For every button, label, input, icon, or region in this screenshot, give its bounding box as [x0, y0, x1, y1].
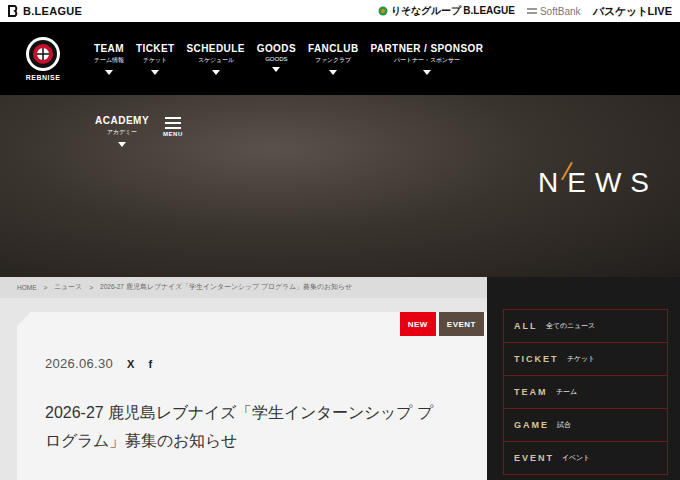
category-sidebar: ALL 全てのニュース TICKET チケット TEAM チーム GAME 試合 EVENT イベ…: [487, 277, 680, 480]
menu-button[interactable]: MENU: [163, 115, 183, 137]
sponsor-link[interactable]: バスケットLIVE: [593, 4, 672, 19]
hero-title: NEWS: [538, 167, 658, 199]
dropdown-arrow-icon: [212, 70, 220, 75]
badge-list: NEWEVENT: [400, 312, 484, 336]
hamburger-icon: [165, 117, 181, 129]
nav-band: REBNISE TEAM チーム情報 TICKET チケット SCHEDULE スケジュール…: [0, 22, 680, 95]
sidebar-sub: チーム: [556, 387, 577, 397]
dropdown-arrow-icon: [272, 67, 280, 72]
resona-icon: [378, 6, 388, 16]
nav-label: PARTNER / SPONSOR: [371, 43, 484, 54]
club-logo[interactable]: REBNISE: [0, 36, 90, 81]
breadcrumb-item[interactable]: HOME: [17, 284, 37, 291]
league-name: B.LEAGUE: [23, 5, 82, 17]
softbank-icon: [527, 8, 537, 14]
nav-sub: ファンクラブ: [315, 56, 351, 65]
menu-label: MENU: [163, 131, 183, 137]
article-card: NEWEVENT 2026.06.30 Xf 2026-27 鹿児島レブナイズ「学生イ…: [17, 312, 487, 480]
academy-sub: アカデミー: [107, 128, 137, 137]
top-bar: B.LEAGUE りそなグループ B.LEAGUE SoftBank バスケットLIV…: [0, 0, 680, 22]
nav-item[interactable]: GOODS GOODS: [257, 43, 296, 72]
page: B.LEAGUE りそなグループ B.LEAGUE SoftBank バスケットLIV…: [0, 0, 680, 480]
sidebar-sub: イベント: [562, 453, 590, 463]
b-logo-icon: [8, 5, 19, 17]
sidebar-label: GAME: [514, 420, 549, 430]
league-logo[interactable]: B.LEAGUE: [8, 5, 82, 17]
nav-label: SCHEDULE: [187, 43, 245, 54]
academy-button[interactable]: ACADEMY アカデミー: [95, 115, 149, 147]
breadcrumb-item[interactable]: ニュース: [54, 283, 82, 292]
dropdown-arrow-icon: [118, 142, 126, 147]
breadcrumb-separator: >: [89, 284, 93, 291]
dropdown-arrow-icon: [151, 70, 159, 75]
main-column: HOME > ニュース >2026-27 鹿児島レブナイズ「学生インターンシップ プロ…: [0, 277, 487, 480]
share-button[interactable]: f: [148, 358, 152, 370]
article-date: 2026.06.30: [45, 356, 113, 371]
club-name: REBNISE: [26, 74, 61, 81]
hero: ACADEMY アカデミー MENU NEWS: [0, 95, 680, 277]
dropdown-arrow-icon: [423, 70, 431, 75]
article-meta: 2026.06.30 Xf: [45, 356, 457, 371]
nav-item[interactable]: PARTNER / SPONSOR パートナー・スポンサー: [371, 43, 484, 75]
hero-controls: ACADEMY アカデミー MENU: [0, 95, 680, 147]
sponsor-link[interactable]: SoftBank: [527, 6, 581, 17]
nav-item[interactable]: SCHEDULE スケジュール: [187, 43, 245, 75]
nav-item[interactable]: TEAM チーム情報: [94, 43, 124, 75]
sidebar-sub: 全てのニュース: [546, 321, 595, 331]
nav-sub: スケジュール: [198, 56, 234, 65]
breadcrumb-separator: >: [44, 284, 48, 291]
nav-sub: パートナー・スポンサー: [394, 56, 460, 65]
dropdown-arrow-icon: [105, 70, 113, 75]
category-badge: EVENT: [439, 312, 484, 336]
sidebar-item[interactable]: ALL 全てのニュース: [503, 309, 668, 343]
sidebar-item[interactable]: EVENT イベント: [503, 441, 668, 475]
sidebar-label: TICKET: [514, 354, 559, 364]
sponsor-list: りそなグループ B.LEAGUE SoftBank バスケットLIVE: [378, 4, 673, 19]
dropdown-arrow-icon: [329, 70, 337, 75]
sponsor-link[interactable]: りそなグループ B.LEAGUE: [378, 4, 515, 18]
category-badge: NEW: [400, 312, 436, 336]
nav-item[interactable]: TICKET チケット: [136, 43, 175, 75]
nav-label: TEAM: [94, 43, 124, 54]
sidebar-sub: 試合: [557, 420, 571, 430]
sidebar-item[interactable]: TICKET チケット: [503, 342, 668, 376]
share-button[interactable]: X: [127, 358, 134, 370]
club-crest-icon: [25, 36, 61, 72]
sidebar-label: ALL: [514, 321, 538, 331]
sidebar-item[interactable]: TEAM チーム: [503, 375, 668, 409]
nav-sub: GOODS: [265, 56, 287, 62]
nav-item[interactable]: FANCLUB ファンクラブ: [308, 43, 359, 75]
breadcrumb: HOME > ニュース >2026-27 鹿児島レブナイズ「学生インターンシップ プロ…: [0, 277, 487, 298]
nav-label: GOODS: [257, 43, 296, 54]
nav-sub: チーム情報: [94, 56, 124, 65]
content: HOME > ニュース >2026-27 鹿児島レブナイズ「学生インターンシップ プロ…: [0, 277, 680, 480]
academy-label: ACADEMY: [95, 115, 149, 126]
nav-label: FANCLUB: [308, 43, 359, 54]
sidebar-item[interactable]: GAME 試合: [503, 408, 668, 442]
sidebar-sub: チケット: [567, 354, 595, 364]
nav-label: TICKET: [136, 43, 175, 54]
sidebar-label: EVENT: [514, 453, 554, 463]
sidebar-label: TEAM: [514, 387, 548, 397]
breadcrumb-item: 2026-27 鹿児島レブナイズ「学生インターンシップ プログラム」募集のお知ら…: [100, 283, 351, 292]
main-nav: TEAMチーム情報TICKETチケットSCHEDULEスケジュールGOODSGO…: [90, 43, 483, 75]
article-title: 2026-27 鹿児島レブナイズ「学生インターンシップ プログラム」募集のお知ら…: [45, 399, 445, 455]
nav-sub: チケット: [143, 56, 167, 65]
slash-icon: [561, 162, 573, 180]
